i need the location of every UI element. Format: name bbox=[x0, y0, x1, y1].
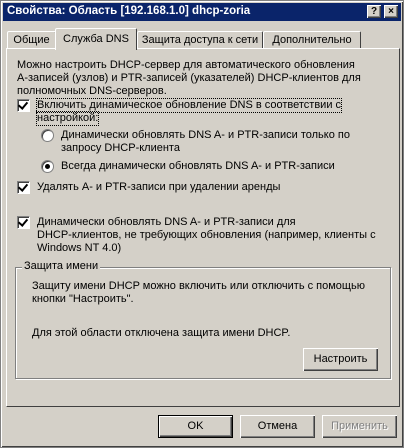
cancel-button[interactable]: Отмена bbox=[240, 415, 315, 438]
cancel-button-label: Отмена bbox=[257, 420, 298, 432]
configure-button-label: Настроить bbox=[313, 353, 368, 365]
title-bar[interactable]: Свойства: Область [192.168.1.0] dhcp-zor… bbox=[3, 3, 401, 21]
ok-button-label: OK bbox=[187, 420, 204, 432]
enable-dynamic-update-label[interactable]: Включить динамическое обновление DNS в с… bbox=[35, 98, 343, 113]
description-line: полномочных DNS-серверов. bbox=[17, 85, 167, 97]
help-icon[interactable]: ? bbox=[367, 5, 381, 18]
name-protection-group: Защита имени Защиту имени DHCP можно вкл… bbox=[15, 260, 391, 379]
name-protection-description: кнопки "Настроить". bbox=[32, 293, 134, 305]
tab-dns[interactable]: Служба DNS bbox=[55, 28, 137, 50]
update-on-request-label[interactable]: Динамически обновлять DNS A- и PTR-запис… bbox=[61, 129, 350, 142]
ok-button[interactable]: OK bbox=[158, 415, 233, 438]
update-legacy-clients-label[interactable]: Динамически обновлять DNS A- и PTR-запис… bbox=[37, 216, 296, 229]
delete-on-lease-expire-checkbox[interactable] bbox=[17, 181, 30, 194]
update-legacy-clients-checkbox[interactable] bbox=[17, 216, 30, 229]
description-line: A-записей (узлов) и PTR-записей (указате… bbox=[17, 72, 361, 84]
update-on-request-label[interactable]: запросу DHCP-клиента bbox=[61, 142, 180, 155]
delete-on-lease-expire-label[interactable]: Удалять A- и PTR-записи при удалении аре… bbox=[37, 181, 280, 194]
update-on-request-radio[interactable] bbox=[41, 129, 54, 142]
close-icon[interactable]: × bbox=[384, 5, 398, 18]
tab-general[interactable]: Общие bbox=[7, 31, 56, 49]
window-title: Свойства: Область [192.168.1.0] dhcp-zor… bbox=[7, 5, 251, 17]
tab-network-access-protection[interactable]: Защита доступа к сети bbox=[137, 31, 263, 49]
update-legacy-clients-label[interactable]: DHCP-клиентов, не требующих обновления (… bbox=[37, 229, 376, 242]
description-line: Можно настроить DHCP-сервер для автомати… bbox=[17, 59, 355, 71]
name-protection-title: Защита имени bbox=[22, 260, 101, 273]
name-protection-status: Для этой области отключена защита имени … bbox=[32, 327, 291, 339]
apply-button-label: Применить bbox=[331, 420, 388, 432]
tab-strip: Общие Служба DNS Защита доступа к сети Д… bbox=[7, 27, 399, 50]
apply-button[interactable]: Применить bbox=[322, 415, 397, 438]
enable-dynamic-update-checkbox[interactable] bbox=[17, 99, 30, 112]
always-update-radio[interactable] bbox=[41, 160, 54, 173]
enable-dynamic-update-label[interactable]: настройкой: bbox=[35, 111, 100, 126]
always-update-label[interactable]: Всегда динамически обновлять DNS A- и PT… bbox=[61, 160, 335, 173]
dns-tab-panel: Можно настроить DHCP-сервер для автомати… bbox=[6, 48, 400, 407]
update-legacy-clients-label[interactable]: Windows NT 4.0) bbox=[37, 242, 121, 255]
configure-button[interactable]: Настроить bbox=[303, 348, 378, 371]
name-protection-description: Защиту имени DHCP можно включить или отк… bbox=[32, 280, 365, 292]
properties-dialog: Свойства: Область [192.168.1.0] dhcp-zor… bbox=[0, 0, 404, 448]
tab-advanced[interactable]: Дополнительно bbox=[263, 31, 361, 49]
